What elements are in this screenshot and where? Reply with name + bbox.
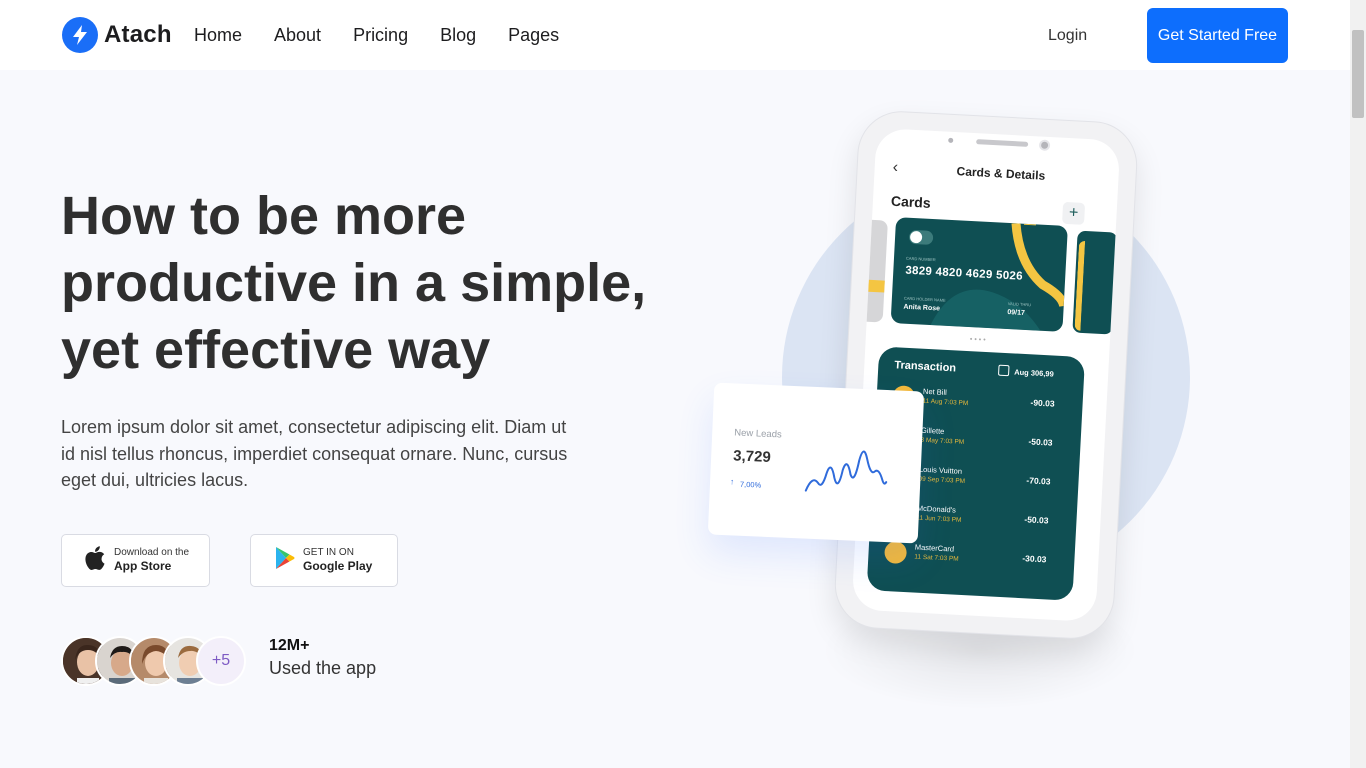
speaker-icon bbox=[976, 139, 1029, 147]
app-store-small-text: Download on the bbox=[114, 547, 190, 558]
nav-pricing[interactable]: Pricing bbox=[353, 24, 408, 46]
nav-home[interactable]: Home bbox=[194, 24, 242, 46]
users-count: 12M+ bbox=[269, 637, 310, 654]
cards-heading: Cards bbox=[890, 192, 932, 211]
transaction-amount: -30.03 bbox=[1022, 553, 1047, 565]
new-leads-card: New Leads 3,729 ↑ 7,00% bbox=[707, 382, 925, 544]
card-expiry: 09/17 bbox=[1007, 309, 1025, 317]
google-play-icon bbox=[275, 546, 295, 575]
add-card-icon: + bbox=[1062, 201, 1086, 225]
leads-change: 7,00% bbox=[739, 479, 762, 490]
google-play-button[interactable]: GET IN ON Google Play bbox=[250, 534, 398, 587]
merchant-name: McDonald's bbox=[916, 503, 957, 515]
phone-screen: ‹ Cards & Details Cards + Card Number 38… bbox=[851, 127, 1121, 623]
leads-label: New Leads bbox=[733, 427, 782, 441]
page-scrollbar[interactable] bbox=[1350, 0, 1366, 768]
users-label: Used the app bbox=[269, 658, 377, 678]
leads-value: 3,729 bbox=[732, 447, 772, 467]
google-play-big-text: Google Play bbox=[303, 559, 373, 573]
arrow-up-icon: ↑ bbox=[729, 477, 735, 487]
get-started-button[interactable]: Get Started Free bbox=[1147, 8, 1288, 63]
nav-blog[interactable]: Blog bbox=[440, 24, 476, 46]
transaction-title: Transaction bbox=[894, 359, 957, 375]
main-nav: Home About Pricing Blog Pages bbox=[194, 24, 591, 46]
sensor-icon bbox=[948, 137, 954, 143]
nav-about[interactable]: About bbox=[274, 24, 321, 46]
login-link[interactable]: Login bbox=[1048, 26, 1087, 46]
merchant-time: 11 Sat 7:03 PM bbox=[914, 553, 959, 563]
app-store-big-text: App Store bbox=[114, 559, 172, 573]
carousel-dots: •••• bbox=[969, 336, 988, 345]
transaction-date: Aug 306,99 bbox=[1013, 367, 1054, 379]
camera-icon bbox=[1038, 139, 1051, 152]
more-users-badge: +5 bbox=[196, 636, 246, 686]
scrollbar-thumb[interactable] bbox=[1352, 30, 1364, 118]
lightning-icon bbox=[62, 17, 98, 53]
transaction-amount: -70.03 bbox=[1026, 475, 1051, 487]
merchant-name: Louis Vuitton bbox=[918, 464, 963, 476]
brand-name: Atach bbox=[104, 21, 172, 48]
merchant-time: 11 Aug 7:03 PM bbox=[922, 397, 969, 408]
site-header: Atach Home About Pricing Blog Pages Logi… bbox=[0, 0, 1350, 70]
user-avatars: +5 bbox=[61, 636, 251, 686]
apple-icon bbox=[84, 545, 106, 576]
brand-logo[interactable]: Atach bbox=[62, 17, 172, 53]
app-store-button[interactable]: Download on the App Store bbox=[61, 534, 210, 587]
phone-mockup: ‹ Cards & Details Cards + Card Number 38… bbox=[832, 109, 1140, 641]
merchant-name: Net Bill bbox=[922, 386, 948, 397]
card-preview-right bbox=[1072, 230, 1118, 335]
transaction-row: MasterCard 11 Sat 7:03 PM -30.03 bbox=[884, 539, 1069, 577]
merchant-time: 3 May 7:03 PM bbox=[920, 436, 965, 446]
chevron-left-icon: ‹ bbox=[892, 158, 899, 177]
hero-title: How to be more productive in a simple, y… bbox=[61, 186, 647, 380]
merchant-time: 11 Jun 7:03 PM bbox=[916, 514, 962, 524]
merchant-time: 09 Sep 7:03 PM bbox=[918, 475, 966, 486]
hero-description: Lorem ipsum dolor sit amet, consectetur … bbox=[61, 417, 568, 490]
card-toggle-icon bbox=[908, 229, 934, 246]
transaction-amount: -90.03 bbox=[1030, 397, 1055, 409]
credit-card: Card Number 3829 4820 4629 5026 Card Hol… bbox=[890, 217, 1068, 332]
nav-pages[interactable]: Pages bbox=[508, 24, 559, 46]
merchant-name: MasterCard bbox=[914, 542, 955, 554]
transaction-amount: -50.03 bbox=[1028, 436, 1053, 448]
screen-title: Cards & Details bbox=[956, 164, 1046, 183]
transaction-amount: -50.03 bbox=[1024, 514, 1049, 526]
merchant-name: Gillette bbox=[920, 425, 945, 436]
calendar-icon bbox=[997, 364, 1010, 377]
merchant-icon bbox=[884, 540, 908, 565]
google-play-small-text: GET IN ON bbox=[303, 547, 354, 558]
leads-sparkline bbox=[804, 450, 888, 492]
